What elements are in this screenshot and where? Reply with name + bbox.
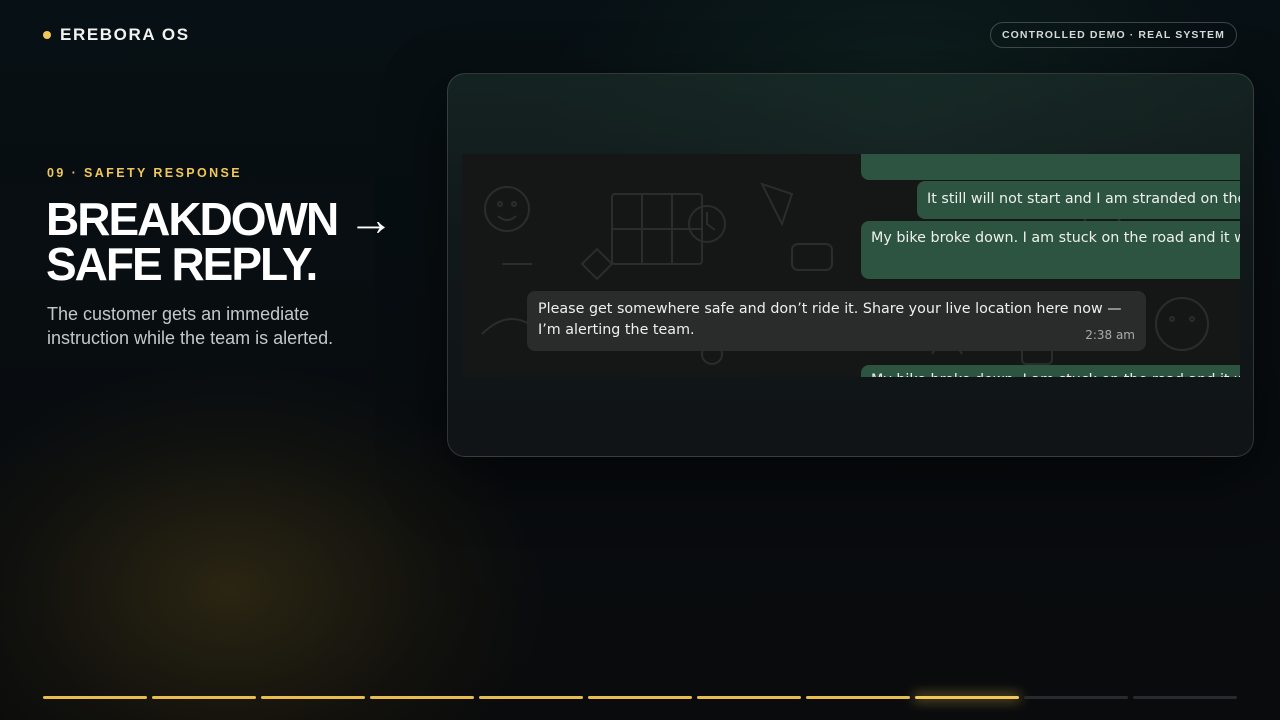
brand: EREBORA OS <box>43 25 190 44</box>
progress-segment <box>1024 696 1128 699</box>
headline-line-2: SAFE REPLY. <box>46 238 318 290</box>
slide-kicker: 09 · SAFETY RESPONSE <box>47 166 243 180</box>
progress-segment <box>915 696 1019 699</box>
message-timestamp: 2:38 am <box>1085 328 1135 342</box>
incoming-reply-message: Please get somewhere safe and don’t ride… <box>527 291 1146 351</box>
slide-progress-bar <box>43 696 1237 700</box>
headline-line-1: BREAKDOWN → <box>46 193 394 245</box>
reply-text: Please get somewhere safe and don’t ride… <box>538 301 1122 338</box>
progress-segment <box>697 696 801 699</box>
chat-screenshot-panel: It still will not start and I am strande… <box>447 73 1254 457</box>
outgoing-message: My bike broke down. I am stuck on the ro… <box>861 365 1240 377</box>
progress-segment <box>261 696 365 699</box>
slide-stage: EREBORA OS CONTROLLED DEMO · REAL SYSTEM… <box>0 0 1280 720</box>
progress-segment <box>152 696 256 699</box>
outgoing-message: My bike broke down. I am stuck on the ro… <box>861 221 1240 279</box>
chat-window: It still will not start and I am strande… <box>462 154 1240 377</box>
brand-dot-icon <box>43 31 51 39</box>
progress-segment <box>588 696 692 699</box>
progress-segment <box>370 696 474 699</box>
brand-name: EREBORA OS <box>60 25 190 44</box>
demo-badge: CONTROLLED DEMO · REAL SYSTEM <box>989 22 1237 48</box>
slide-headline: BREAKDOWN → SAFE REPLY. <box>46 193 436 290</box>
outgoing-message <box>861 154 1240 180</box>
progress-segment <box>479 696 583 699</box>
progress-segment <box>806 696 910 699</box>
slide-subtitle: The customer gets an immediate instructi… <box>47 304 334 348</box>
progress-segment <box>1133 696 1237 699</box>
outgoing-message: It still will not start and I am strande… <box>917 181 1240 219</box>
progress-segment <box>43 696 147 699</box>
